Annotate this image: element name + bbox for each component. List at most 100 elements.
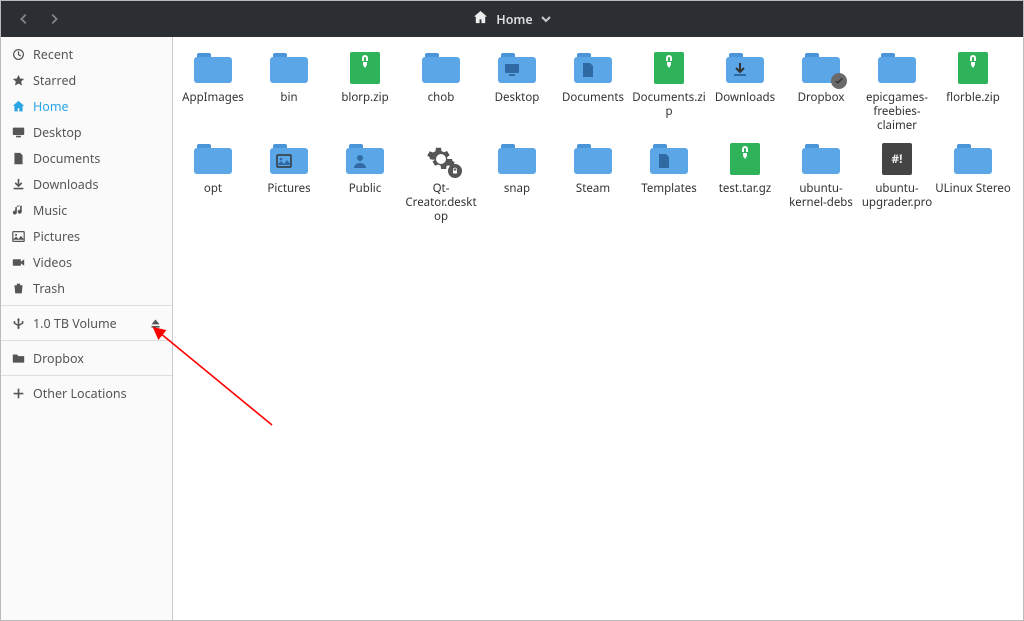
monitor-overlay-icon bbox=[493, 59, 531, 81]
file-item[interactable]: Documents.zip bbox=[631, 49, 707, 132]
file-label: florble.zip bbox=[946, 91, 1000, 105]
file-item[interactable]: #! ubuntu-upgrader.pro bbox=[859, 140, 935, 223]
file-item[interactable]: Desktop bbox=[479, 49, 555, 132]
file-item[interactable]: bin bbox=[251, 49, 327, 132]
star-icon bbox=[11, 74, 25, 87]
sidebar-item-label: Desktop bbox=[33, 124, 82, 141]
sidebar-item-label: Home bbox=[33, 98, 69, 115]
doc-overlay-icon bbox=[569, 59, 607, 81]
file-item[interactable]: epicgames-freebies-claimer bbox=[859, 49, 935, 132]
script-file-icon: #! bbox=[873, 140, 921, 178]
sidebar-item-documents[interactable]: Documents bbox=[1, 145, 172, 171]
folder-icon bbox=[11, 352, 25, 365]
sidebar-item-pictures[interactable]: Pictures bbox=[1, 223, 172, 249]
file-label: blorp.zip bbox=[341, 91, 388, 105]
file-item[interactable]: opt bbox=[175, 140, 251, 223]
file-item[interactable]: Templates bbox=[631, 140, 707, 223]
monitor-icon bbox=[11, 126, 25, 139]
file-item[interactable]: Documents bbox=[555, 49, 631, 132]
file-label: Pictures bbox=[267, 182, 310, 196]
file-label: test.tar.gz bbox=[719, 182, 771, 196]
sidebar-item-vol-1tb[interactable]: 1.0 TB Volume bbox=[1, 310, 172, 336]
clock-icon bbox=[11, 48, 25, 61]
sidebar: Recent Starred Home Desktop Documents Downloa… bbox=[1, 37, 173, 620]
eject-button[interactable] bbox=[148, 317, 162, 330]
sidebar-item-home[interactable]: Home bbox=[1, 93, 172, 119]
archive-icon bbox=[949, 49, 997, 87]
sidebar-item-starred[interactable]: Starred bbox=[1, 67, 172, 93]
file-item[interactable]: Public bbox=[327, 140, 403, 223]
video-icon bbox=[11, 256, 25, 269]
file-label: snap bbox=[504, 182, 530, 196]
sidebar-item-label: Other Locations bbox=[33, 385, 127, 402]
file-item[interactable]: Dropbox bbox=[783, 49, 859, 132]
folder-icon bbox=[873, 49, 921, 87]
sidebar-item-desktop[interactable]: Desktop bbox=[1, 119, 172, 145]
file-item[interactable]: snap bbox=[479, 140, 555, 223]
file-item[interactable]: Pictures bbox=[251, 140, 327, 223]
sidebar-item-label: Downloads bbox=[33, 176, 98, 193]
usb-icon bbox=[11, 317, 25, 330]
file-label: Qt-Creator.desktop bbox=[403, 182, 479, 223]
folder-icon bbox=[797, 140, 845, 178]
sidebar-item-dropbox-bm[interactable]: Dropbox bbox=[1, 345, 172, 371]
doc-icon bbox=[11, 152, 25, 165]
file-item[interactable]: ubuntu-kernel-debs bbox=[783, 140, 859, 223]
nav-forward-button[interactable] bbox=[39, 5, 69, 33]
folder-icon bbox=[645, 140, 693, 178]
sidebar-item-label: Videos bbox=[33, 254, 72, 271]
sidebar-item-label: Dropbox bbox=[33, 350, 84, 367]
folder-icon bbox=[265, 49, 313, 87]
file-item[interactable]: Downloads bbox=[707, 49, 783, 132]
sidebar-item-trash[interactable]: Trash bbox=[1, 275, 172, 301]
folder-icon bbox=[417, 49, 465, 87]
sidebar-item-recent[interactable]: Recent bbox=[1, 41, 172, 67]
sidebar-item-videos[interactable]: Videos bbox=[1, 249, 172, 275]
file-item[interactable]: chob bbox=[403, 49, 479, 132]
file-label: ubuntu-upgrader.pro bbox=[859, 182, 935, 210]
sync-badge-icon bbox=[831, 73, 847, 89]
picture-icon bbox=[11, 230, 25, 243]
file-label: Desktop bbox=[495, 91, 540, 105]
archive-icon bbox=[341, 49, 389, 87]
sidebar-item-label: Pictures bbox=[33, 228, 80, 245]
path-bar[interactable]: Home bbox=[69, 10, 955, 29]
file-label: bin bbox=[280, 91, 297, 105]
file-item[interactable]: AppImages bbox=[175, 49, 251, 132]
home-icon bbox=[473, 10, 488, 29]
download-icon bbox=[11, 178, 25, 191]
file-label: chob bbox=[428, 91, 455, 105]
file-item[interactable]: blorp.zip bbox=[327, 49, 403, 132]
music-icon bbox=[11, 204, 25, 217]
file-label: Downloads bbox=[715, 91, 775, 105]
folder-icon bbox=[569, 140, 617, 178]
folder-icon bbox=[189, 140, 237, 178]
sidebar-item-other-loc[interactable]: Other Locations bbox=[1, 380, 172, 406]
sidebar-item-label: Starred bbox=[33, 72, 76, 89]
file-item[interactable]: Steam bbox=[555, 140, 631, 223]
sidebar-item-label: Documents bbox=[33, 150, 100, 167]
file-label: Documents.zip bbox=[631, 91, 707, 119]
file-item[interactable]: test.tar.gz bbox=[707, 140, 783, 223]
folder-icon bbox=[493, 140, 541, 178]
file-grid[interactable]: AppImages bin blorp.zip chob Desktop Document… bbox=[173, 37, 1023, 620]
file-item[interactable]: Qt-Creator.desktop bbox=[403, 140, 479, 223]
picture-overlay-icon bbox=[265, 150, 303, 172]
file-label: ULinux Stereo bbox=[935, 182, 1011, 196]
file-label: Steam bbox=[576, 182, 610, 196]
folder-icon bbox=[493, 49, 541, 87]
public-overlay-icon bbox=[341, 150, 379, 172]
folder-icon bbox=[797, 49, 845, 87]
nav-back-button[interactable] bbox=[9, 5, 39, 33]
folder-icon bbox=[949, 140, 997, 178]
sidebar-item-downloads[interactable]: Downloads bbox=[1, 171, 172, 197]
file-label: Documents bbox=[562, 91, 624, 105]
file-item[interactable]: florble.zip bbox=[935, 49, 1011, 132]
folder-icon bbox=[721, 49, 769, 87]
doc-overlay-icon bbox=[645, 150, 683, 172]
plus-icon bbox=[11, 387, 25, 400]
sidebar-item-label: Recent bbox=[33, 46, 73, 63]
sidebar-item-music[interactable]: Music bbox=[1, 197, 172, 223]
file-item[interactable]: ULinux Stereo bbox=[935, 140, 1011, 223]
file-label: AppImages bbox=[182, 91, 244, 105]
